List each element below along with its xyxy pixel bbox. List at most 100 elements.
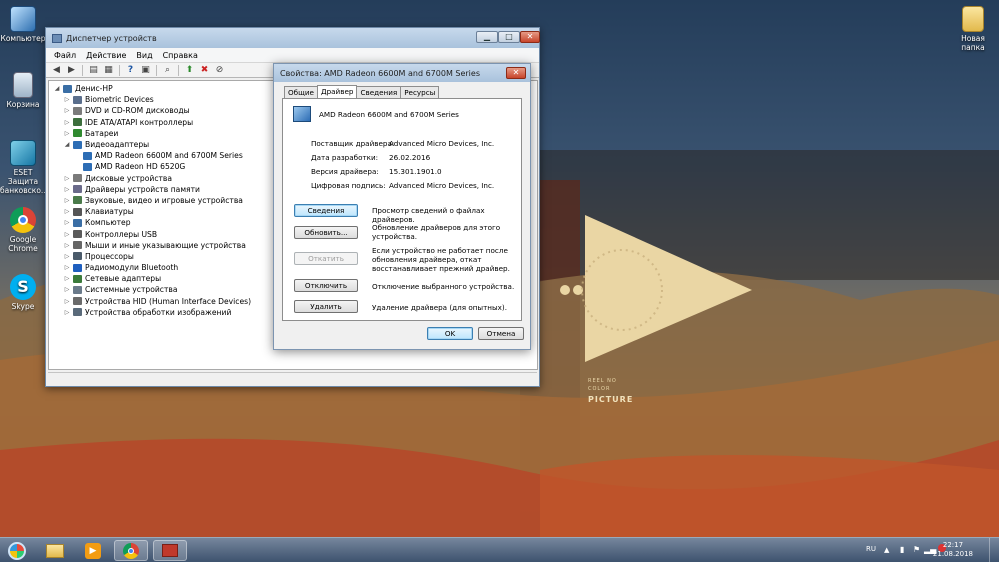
show-desktop-button[interactable]: [989, 538, 999, 562]
scan-hardware-icon[interactable]: ⌕: [161, 64, 174, 76]
rollback-driver-button[interactable]: Откатить: [294, 252, 358, 265]
disable-device-button[interactable]: Отключить: [294, 279, 358, 292]
expand-icon[interactable]: ▷: [63, 253, 71, 260]
tree-device-label: AMD Radeon HD 6520G: [95, 162, 186, 172]
field-label: Версия драйвера:: [311, 167, 379, 176]
dialog-close-button[interactable]: ✕: [506, 67, 526, 79]
taskbar-chrome[interactable]: [114, 540, 148, 561]
tab-general[interactable]: Общие: [284, 86, 318, 98]
clock-time: 22:17: [942, 541, 964, 549]
desktop-icon-skype[interactable]: S Skype: [0, 274, 46, 311]
device-category-icon: [73, 106, 82, 115]
device-category-icon: [73, 185, 82, 194]
expand-icon[interactable]: ▷: [63, 119, 71, 126]
taskbar-media-player[interactable]: ▶: [76, 540, 110, 561]
cancel-button[interactable]: Отмена: [478, 327, 524, 340]
back-icon[interactable]: ◀: [50, 64, 63, 76]
collapse-icon[interactable]: ◢: [63, 141, 71, 148]
language-indicator[interactable]: RU: [866, 545, 876, 553]
expand-icon[interactable]: ▷: [63, 197, 71, 204]
clock[interactable]: 22:17 21.08.2018: [933, 541, 973, 559]
action-description: Удаление драйвера (для опытных).: [372, 303, 508, 312]
expand-icon[interactable]: ▷: [63, 96, 71, 103]
tab-resources[interactable]: Ресурсы: [400, 86, 440, 98]
device-category-icon: [73, 285, 82, 294]
ok-button[interactable]: OK: [427, 327, 473, 340]
view-icon[interactable]: ▣: [139, 64, 152, 76]
expand-icon[interactable]: ▷: [63, 186, 71, 193]
expand-icon[interactable]: ▷: [63, 309, 71, 316]
status-bar: [48, 372, 537, 384]
disable-icon[interactable]: ⊘: [213, 64, 226, 76]
uninstall-icon[interactable]: ✖: [198, 64, 211, 76]
forward-icon[interactable]: ▶: [65, 64, 78, 76]
expand-icon[interactable]: ▷: [63, 275, 71, 282]
device-manager-title: Диспетчер устройств: [66, 33, 157, 43]
properties-icon[interactable]: ▦: [102, 64, 115, 76]
field-label: Поставщик драйвера:: [311, 139, 395, 148]
wallpaper-text-2: COLOR: [588, 386, 611, 392]
expand-icon[interactable]: ▷: [63, 298, 71, 305]
tray-network-icon[interactable]: ▮: [900, 545, 904, 554]
show-hide-tree-icon[interactable]: ▤: [87, 64, 100, 76]
expand-icon[interactable]: ▷: [63, 231, 71, 238]
wallpaper-text-1: REEL NO: [588, 378, 617, 384]
tree-category-label: IDE ATA/ATAPI контроллеры: [85, 117, 194, 127]
driver-details-button[interactable]: Сведения: [294, 204, 358, 217]
expand-icon[interactable]: ▷: [63, 107, 71, 114]
expand-icon[interactable]: ▷: [63, 208, 71, 215]
tray-action-center-icon[interactable]: ⚑: [913, 545, 920, 554]
desktop-icon-eset[interactable]: ESET Защита банковско...: [0, 140, 49, 195]
tree-category-label: Сетевые адаптеры: [85, 274, 162, 284]
tab-details[interactable]: Сведения: [356, 86, 402, 98]
tree-category-label: Драйверы устройств памяти: [85, 184, 200, 194]
start-button[interactable]: [2, 540, 32, 561]
maximize-button[interactable]: □: [498, 31, 520, 43]
folder-icon: [962, 6, 984, 32]
expand-icon[interactable]: ▷: [63, 286, 71, 293]
menu-view[interactable]: Вид: [136, 51, 152, 60]
driver-panel: AMD Radeon 6600M and 6700M Series Постав…: [282, 98, 522, 321]
properties-dialog[interactable]: Свойства: AMD Radeon 6600M and 6700M Ser…: [273, 63, 531, 350]
menu-file[interactable]: Файл: [54, 51, 76, 60]
expand-icon[interactable]: ▷: [63, 175, 71, 182]
taskbar: ▶ RU ▲ ▮ ⚑ ▂▄ 22:17 21.08.2018: [0, 537, 999, 562]
toolbar-separator: [82, 64, 83, 76]
desktop-icon-chrome[interactable]: Google Chrome: [0, 207, 46, 253]
device-category-icon: [73, 140, 82, 149]
field-value: Advanced Micro Devices, Inc.: [389, 181, 495, 190]
desktop-icon-recycle-bin[interactable]: Корзина: [0, 72, 46, 109]
help-icon[interactable]: ?: [124, 64, 137, 76]
expand-icon[interactable]: ▷: [63, 242, 71, 249]
collapse-icon[interactable]: ◢: [53, 85, 61, 92]
taskbar-explorer[interactable]: [38, 540, 72, 561]
tray-expand-icon[interactable]: ▲: [884, 546, 889, 554]
taskbar-device-manager[interactable]: [153, 540, 187, 561]
field-value: 15.301.1901.0: [389, 167, 442, 176]
minimize-button[interactable]: ▁: [476, 31, 498, 43]
update-driver-icon[interactable]: ⬆: [183, 64, 196, 76]
expand-icon[interactable]: ▷: [63, 219, 71, 226]
display-adapter-icon: [83, 162, 92, 171]
tree-category-label: Дисковые устройства: [85, 173, 173, 183]
desktop-icon-label: ESET Защита банковско...: [0, 168, 49, 195]
expand-icon[interactable]: ▷: [63, 264, 71, 271]
properties-titlebar[interactable]: Свойства: AMD Radeon 6600M and 6700M Ser…: [274, 64, 530, 82]
menu-action[interactable]: Действие: [86, 51, 126, 60]
tree-category-label: Батареи: [85, 128, 119, 138]
desktop-icon-computer[interactable]: Компьютер: [0, 6, 46, 43]
desktop-icon-new-folder[interactable]: Новая папка: [950, 6, 996, 52]
action-description: Просмотр сведений о файлах драйверов.: [372, 206, 485, 224]
tab-driver[interactable]: Драйвер: [316, 85, 358, 98]
action-description: Отключение выбранного устройства.: [372, 282, 515, 291]
uninstall-driver-button[interactable]: Удалить: [294, 300, 358, 313]
device-category-icon: [73, 263, 82, 272]
desktop-icon-label: Google Chrome: [8, 235, 38, 253]
recycle-bin-icon: [13, 72, 33, 98]
menu-help[interactable]: Справка: [163, 51, 198, 60]
device-manager-titlebar[interactable]: Диспетчер устройств: [46, 28, 539, 48]
expand-icon[interactable]: ▷: [63, 130, 71, 137]
close-button[interactable]: ✕: [520, 31, 540, 43]
update-driver-button[interactable]: Обновить...: [294, 226, 358, 239]
tree-category-label: Устройства обработки изображений: [85, 307, 232, 317]
